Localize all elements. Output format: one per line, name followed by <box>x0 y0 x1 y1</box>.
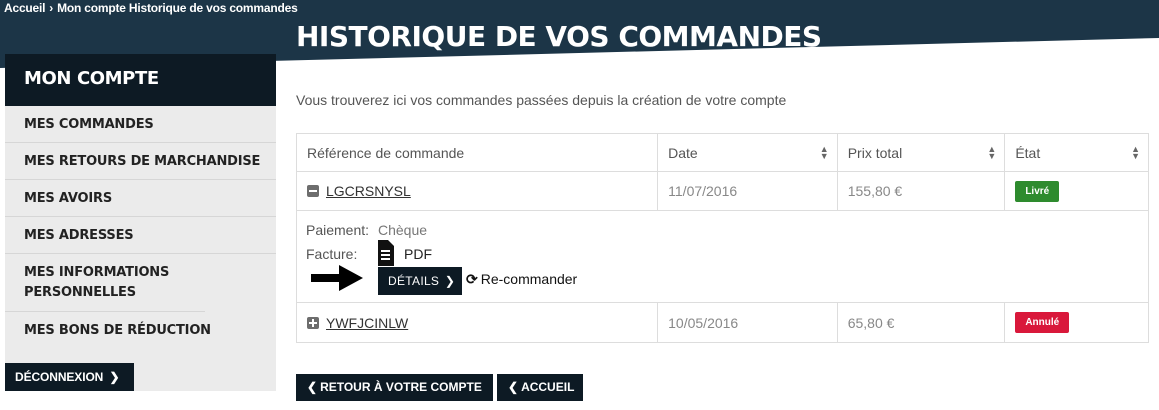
sort-icon: ▲ ▼ <box>987 143 997 161</box>
details-button[interactable]: DÉTAILS ❯ <box>378 267 462 295</box>
orders-table: Référence de commande Date ▲ ▼ Prix total ▲… <box>296 133 1149 343</box>
status-badge: Annulé <box>1015 312 1070 333</box>
account-sidebar: MON COMPTE MES COMMANDES MES RETOURS DE … <box>5 54 276 391</box>
collapse-minus-icon[interactable] <box>307 185 319 197</box>
table-row: YWFJCINLW 10/05/2016 65,80 € Annulé <box>297 303 1148 342</box>
table-row: LGCRSNYSL 11/07/2016 155,80 € Livré <box>297 172 1148 211</box>
order-total: 65,80 € <box>838 303 1006 342</box>
column-header-reference[interactable]: Référence de commande <box>297 134 659 171</box>
logout-label: DÉCONNEXION <box>15 370 104 384</box>
invoice-pdf-link[interactable]: PDF <box>404 246 432 262</box>
sidebar-item-returns[interactable]: MES RETOURS DE MARCHANDISE <box>5 143 276 180</box>
sidebar-title: MON COMPTE <box>5 54 276 106</box>
page-title: HISTORIQUE DE VOS COMMANDES <box>296 20 822 53</box>
order-total: 155,80 € <box>838 172 1006 210</box>
intro-text: Vous trouverez ici vos commandes passées… <box>296 92 787 108</box>
expand-plus-icon[interactable] <box>307 316 319 329</box>
arrow-right-icon <box>311 265 363 291</box>
invoice-label: Facture: <box>306 246 358 262</box>
order-detail-row: Paiement: Chèque Facture: PDF DÉTAILS ❯ … <box>297 211 1148 303</box>
column-header-total[interactable]: Prix total ▲ ▼ <box>838 134 1006 171</box>
sort-icon: ▲ ▼ <box>819 143 829 161</box>
breadcrumb-current: Mon compte Historique de vos commandes <box>57 1 298 15</box>
back-to-account-button[interactable]: ❮ RETOUR À VOTRE COMPTE <box>296 374 493 401</box>
column-header-date[interactable]: Date ▲ ▼ <box>658 134 838 171</box>
breadcrumb-home-link[interactable]: Accueil <box>4 1 45 15</box>
chevron-right-icon: ❯ <box>109 370 120 384</box>
sidebar-item-orders[interactable]: MES COMMANDES <box>5 106 276 143</box>
chevron-left-icon: ❮ <box>307 380 318 394</box>
sidebar-item-addresses[interactable]: MES ADRESSES <box>5 217 276 254</box>
chevron-right-icon: ❯ <box>444 274 456 288</box>
order-reference-link[interactable]: LGCRSNYSL <box>326 183 411 199</box>
sidebar-item-personal-info[interactable]: MES INFORMATIONS PERSONNELLES <box>5 254 205 312</box>
home-button[interactable]: ❮ ACCUEIL <box>497 374 583 401</box>
document-icon[interactable] <box>378 240 394 266</box>
payment-value: Chèque <box>378 222 428 238</box>
breadcrumb-separator: › <box>49 1 54 15</box>
breadcrumb: Accueil › Mon compte Historique de vos com… <box>4 1 298 15</box>
logout-button[interactable]: DÉCONNEXION ❯ <box>5 363 134 391</box>
sidebar-item-vouchers[interactable]: MES BONS DE RÉDUCTION <box>5 312 276 349</box>
refresh-icon: ⟳ <box>466 271 478 287</box>
order-date: 11/07/2016 <box>658 172 838 210</box>
table-header-row: Référence de commande Date ▲ ▼ Prix total ▲… <box>297 134 1148 172</box>
payment-label: Paiement: <box>306 222 370 238</box>
sidebar-item-credit-slips[interactable]: MES AVOIRS <box>5 180 276 217</box>
sort-icon: ▲ ▼ <box>1131 143 1140 161</box>
reorder-label: Re-commander <box>480 271 578 287</box>
status-badge: Livré <box>1015 180 1060 202</box>
column-header-status[interactable]: État ▲ ▼ <box>1005 134 1148 171</box>
chevron-left-icon: ❮ <box>508 380 519 394</box>
back-to-account-label: RETOUR À VOTRE COMPTE <box>320 380 482 394</box>
order-date: 10/05/2016 <box>658 303 838 342</box>
reorder-link[interactable]: ⟳ Re-commander <box>466 271 577 288</box>
details-button-label: DÉTAILS <box>388 274 440 288</box>
order-reference-link[interactable]: YWFJCINLW <box>326 315 408 331</box>
home-label: ACCUEIL <box>521 380 575 394</box>
